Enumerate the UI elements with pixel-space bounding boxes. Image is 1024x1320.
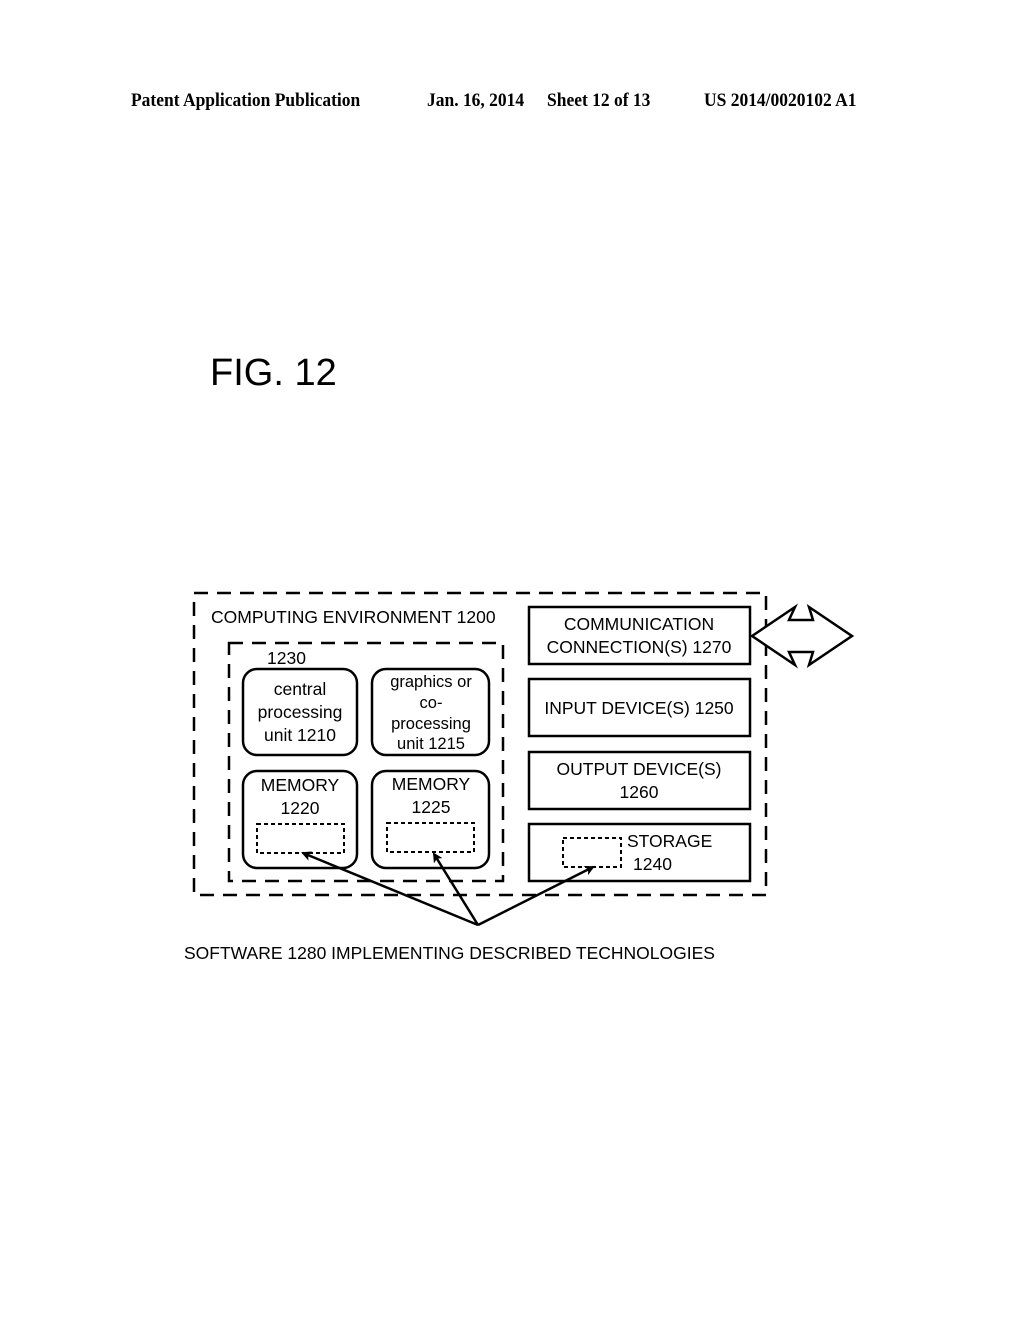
output-device-label-line: 1260 <box>620 782 659 802</box>
communication-connection-box: COMMUNICATION CONNECTION(S) 1270 <box>527 605 752 666</box>
gpu-label-line: graphics or <box>390 673 472 691</box>
communication-label-line: CONNECTION(S) 1270 <box>547 637 732 657</box>
storage-label-line: 1240 <box>633 854 672 874</box>
memory-1225-label-line: MEMORY <box>392 774 471 794</box>
gpu-label-line: unit 1215 <box>397 735 465 753</box>
computing-environment-diagram: COMPUTING ENVIRONMENT 1200 1230 central … <box>184 591 855 963</box>
memory-1220-label-line: MEMORY <box>261 775 340 795</box>
input-device-box: INPUT DEVICE(S) 1250 <box>527 677 752 738</box>
cpu-label-line: processing <box>258 702 343 722</box>
storage-box: STORAGE 1240 <box>527 822 752 883</box>
input-device-label: INPUT DEVICE(S) 1250 <box>544 698 734 718</box>
communication-label-line: COMMUNICATION <box>564 614 714 634</box>
network-double-arrow-icon <box>749 603 855 669</box>
gpu-box: graphics or co- processing unit 1215 <box>370 667 491 757</box>
memory-1225-label-line: 1225 <box>412 797 451 817</box>
memory-1225-box: MEMORY 1225 <box>370 769 491 870</box>
cpu-label-line: unit 1210 <box>264 725 336 745</box>
memory-1220-label-line: 1220 <box>281 798 320 818</box>
output-device-box: OUTPUT DEVICE(S) 1260 <box>527 750 752 811</box>
storage-label-line: STORAGE <box>627 831 712 851</box>
processing-group-label: 1230 <box>267 648 306 668</box>
cpu-box: central processing unit 1210 <box>241 667 359 757</box>
gpu-label-line: processing <box>391 715 471 733</box>
memory-1220-box: MEMORY 1220 <box>241 769 359 870</box>
gpu-label-line: co- <box>420 694 443 712</box>
software-label: SOFTWARE 1280 IMPLEMENTING DESCRIBED TEC… <box>184 943 715 963</box>
cpu-label-line: central <box>274 679 327 699</box>
computing-environment-label: COMPUTING ENVIRONMENT 1200 <box>211 607 496 627</box>
output-device-label-line: OUTPUT DEVICE(S) <box>557 759 722 779</box>
